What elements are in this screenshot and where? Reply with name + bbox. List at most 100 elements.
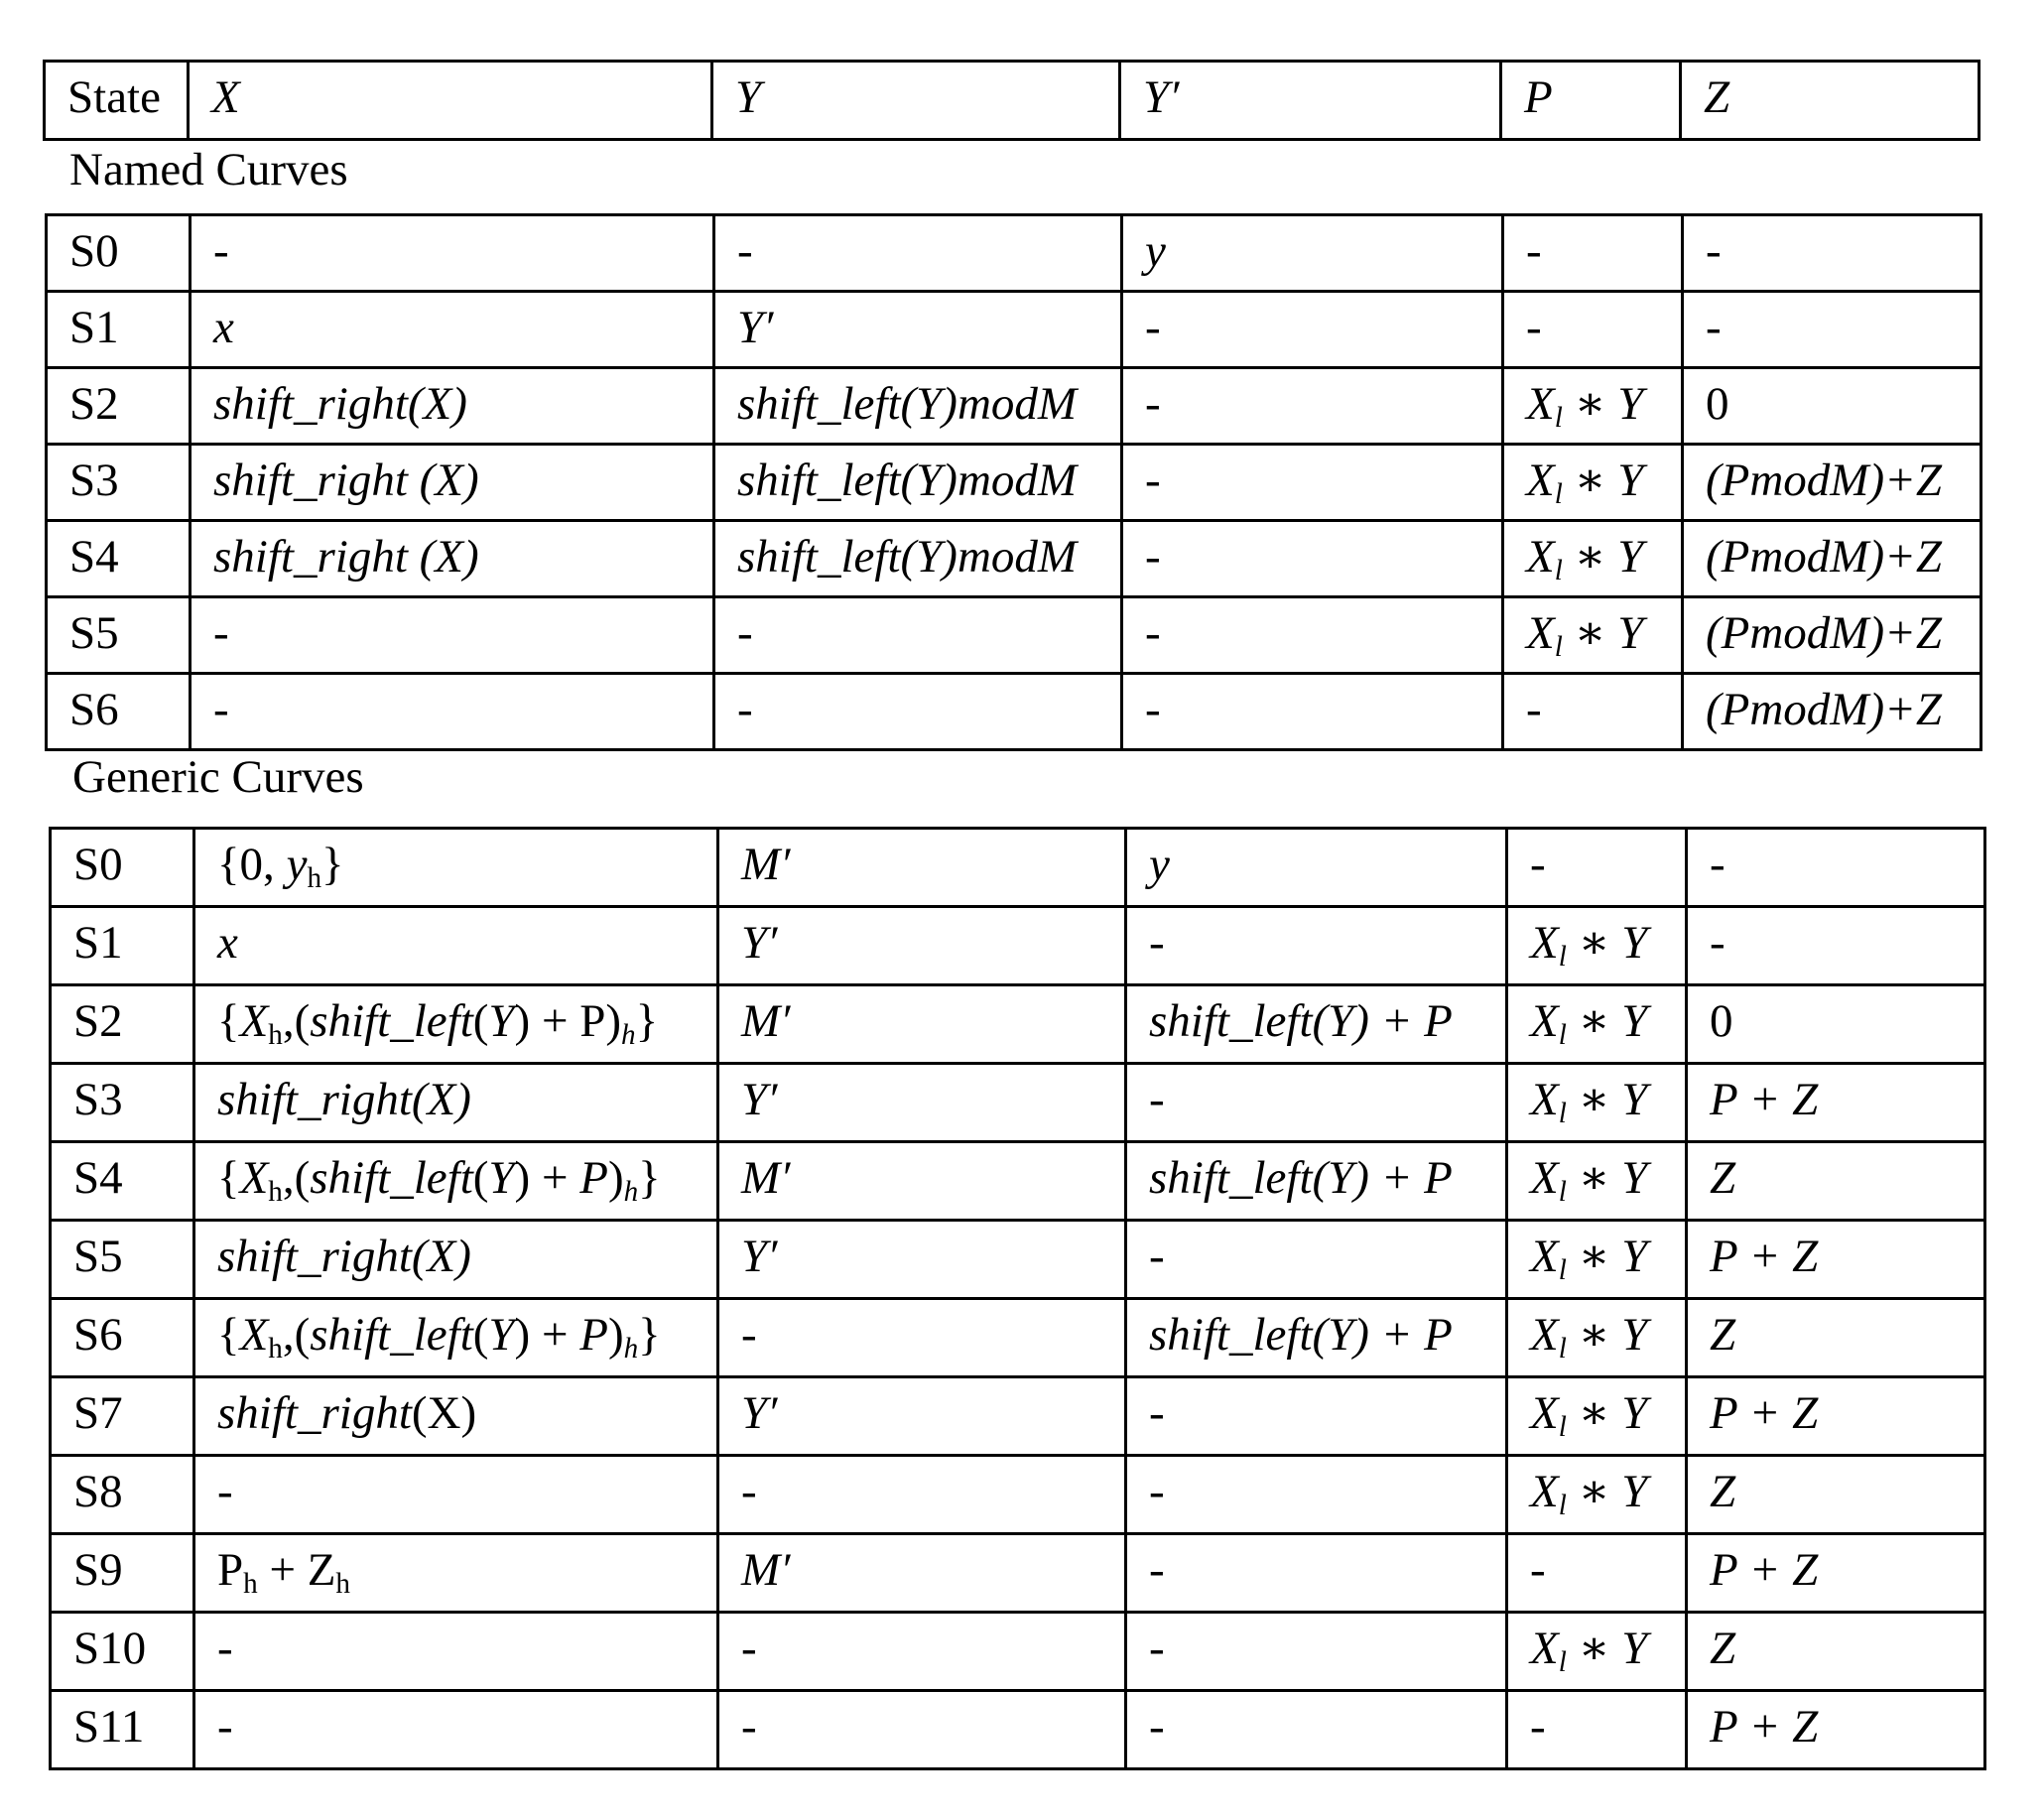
cell-p: Xl ∗ Y — [1505, 983, 1688, 1065]
cell-p: - — [1505, 827, 1688, 908]
cell-text: - — [1526, 225, 1542, 277]
cell-state: S9 — [49, 1532, 195, 1614]
cell-y-prime: - — [1120, 366, 1504, 446]
cell-p: Xl ∗ Y — [1505, 905, 1688, 986]
cell-z: 0 — [1681, 366, 1982, 446]
table-row: S0 {0, yh} M′ y - - — [49, 827, 1986, 908]
cell-text: S8 — [73, 1466, 123, 1517]
cell-state: S2 — [49, 983, 195, 1065]
cell-text: S4 — [73, 1152, 123, 1204]
section-label-named-curves: Named Curves — [69, 144, 348, 195]
cell-text: S2 — [73, 995, 123, 1047]
cell-text: - — [213, 607, 229, 659]
cell-text: {Xh,(shift_left(Y) + P)h} — [217, 995, 659, 1052]
cell-text: P + Z — [1710, 1544, 1819, 1596]
header-table: State X Y Y′ P Z — [43, 60, 1980, 141]
cell-p: - — [1501, 290, 1684, 369]
table-row: S2 {Xh,(shift_left(Y) + P)h} M′ shift_left(… — [49, 983, 1986, 1065]
cell-z: 0 — [1685, 983, 1986, 1065]
cell-x: - — [192, 1611, 719, 1692]
cell-text: Xl ∗ Y — [1526, 531, 1644, 587]
cell-state: S6 — [45, 672, 192, 751]
cell-text: Xl ∗ Y — [1530, 1387, 1648, 1444]
cell-text: S2 — [69, 378, 119, 430]
cell-x: - — [189, 213, 715, 293]
cell-y: - — [712, 595, 1123, 675]
table-row: S9 Ph + Zh M′ - - P + Z — [49, 1532, 1986, 1614]
cell-y: - — [716, 1297, 1127, 1378]
cell-z: P + Z — [1685, 1062, 1986, 1143]
header-cell-y-prime: Y′ — [1118, 60, 1502, 141]
cell-z: P + Z — [1685, 1219, 1986, 1300]
cell-text: M′ — [741, 1544, 791, 1596]
cell-text: - — [217, 1701, 233, 1753]
cell-x: {Xh,(shift_left(Y) + P)h} — [192, 983, 719, 1065]
cell-text: shift_left(Y)modM — [737, 378, 1078, 430]
cell-text: shift_right (X) — [213, 455, 479, 506]
cell-x: shift_right(X) — [192, 1375, 719, 1457]
cell-text: Y′ — [741, 1074, 778, 1125]
cell-y: Y′ — [716, 1375, 1127, 1457]
generic-curves-table: S0 {0, yh} M′ y - - S1 x Y′ - Xl ∗ Y - S2 {Xh,(shift_… — [49, 827, 1986, 1770]
cell-text: {Xh,(shift_left(Y) + P)h} — [217, 1309, 661, 1365]
table-row: S4 {Xh,(shift_left(Y) + P)h} M′ shift_left(… — [49, 1140, 1986, 1222]
cell-text: shift_left(Y)modM — [737, 531, 1078, 583]
cell-text: x — [217, 917, 238, 969]
cell-text: Xl ∗ Y — [1530, 1466, 1648, 1522]
header-cell-p: P — [1499, 60, 1682, 141]
cell-text: - — [737, 225, 753, 277]
cell-y-prime: - — [1124, 1611, 1508, 1692]
cell-p: Xl ∗ Y — [1505, 1297, 1688, 1378]
cell-text: M′ — [741, 1152, 791, 1204]
cell-text: - — [1706, 225, 1722, 277]
cell-p: Xl ∗ Y — [1505, 1140, 1688, 1222]
cell-text: - — [1149, 1074, 1165, 1125]
cell-text: P + Z — [1710, 1387, 1819, 1439]
cell-text: {0, yh} — [217, 839, 344, 895]
cell-x: shift_right (X) — [189, 519, 715, 598]
cell-text: - — [741, 1701, 757, 1753]
cell-text: (PmodM)+Z — [1706, 531, 1942, 583]
cell-text: Xl ∗ Y — [1530, 1623, 1648, 1679]
cell-z: (PmodM)+Z — [1681, 672, 1982, 751]
cell-text: - — [1149, 1387, 1165, 1439]
cell-p: Xl ∗ Y — [1505, 1375, 1688, 1457]
named-curves-table: S0 - - y - - S1 x Y′ - - - S2 shift_right(X) shift_lef… — [45, 213, 1982, 751]
cell-text: S11 — [73, 1701, 145, 1753]
section-label-generic-curves: Generic Curves — [72, 751, 364, 803]
cell-y-prime: - — [1124, 1689, 1508, 1770]
cell-text: Ph + Zh — [217, 1544, 350, 1601]
cell-text: M′ — [741, 995, 791, 1047]
cell-state: S6 — [49, 1297, 195, 1378]
cell-y: shift_left(Y)modM — [712, 519, 1123, 598]
cell-x: - — [192, 1689, 719, 1770]
cell-text: - — [1145, 302, 1161, 353]
cell-state: S4 — [49, 1140, 195, 1222]
cell-p: Xl ∗ Y — [1501, 519, 1684, 598]
cell-x: - — [189, 595, 715, 675]
table-row: S5 - - - Xl ∗ Y (PmodM)+Z — [45, 595, 1982, 675]
cell-text: S7 — [73, 1387, 123, 1439]
cell-x: shift_right(X) — [192, 1062, 719, 1143]
cell-z: P + Z — [1685, 1689, 1986, 1770]
cell-y-prime: shift_left(Y) + P — [1124, 983, 1508, 1065]
cell-text: - — [737, 607, 753, 659]
cell-y: M′ — [716, 827, 1127, 908]
header-cell-y: Y — [710, 60, 1121, 141]
cell-p: - — [1505, 1689, 1688, 1770]
cell-text: Z — [1710, 1309, 1736, 1361]
cell-y: - — [712, 213, 1123, 293]
cell-text: Y′ — [741, 1231, 778, 1282]
cell-text: 0 — [1710, 995, 1733, 1047]
cell-text: P + Z — [1710, 1701, 1819, 1753]
cell-text: - — [213, 684, 229, 735]
cell-z: - — [1685, 905, 1986, 986]
cell-text: S5 — [73, 1231, 123, 1282]
cell-text: Xl ∗ Y — [1526, 455, 1644, 511]
cell-state: S4 — [45, 519, 192, 598]
cell-y-prime: shift_left(Y) + P — [1124, 1297, 1508, 1378]
cell-p: Xl ∗ Y — [1501, 595, 1684, 675]
cell-text: 0 — [1706, 378, 1729, 430]
cell-y: Y′ — [712, 290, 1123, 369]
cell-text: shift_left(Y)modM — [737, 455, 1078, 506]
